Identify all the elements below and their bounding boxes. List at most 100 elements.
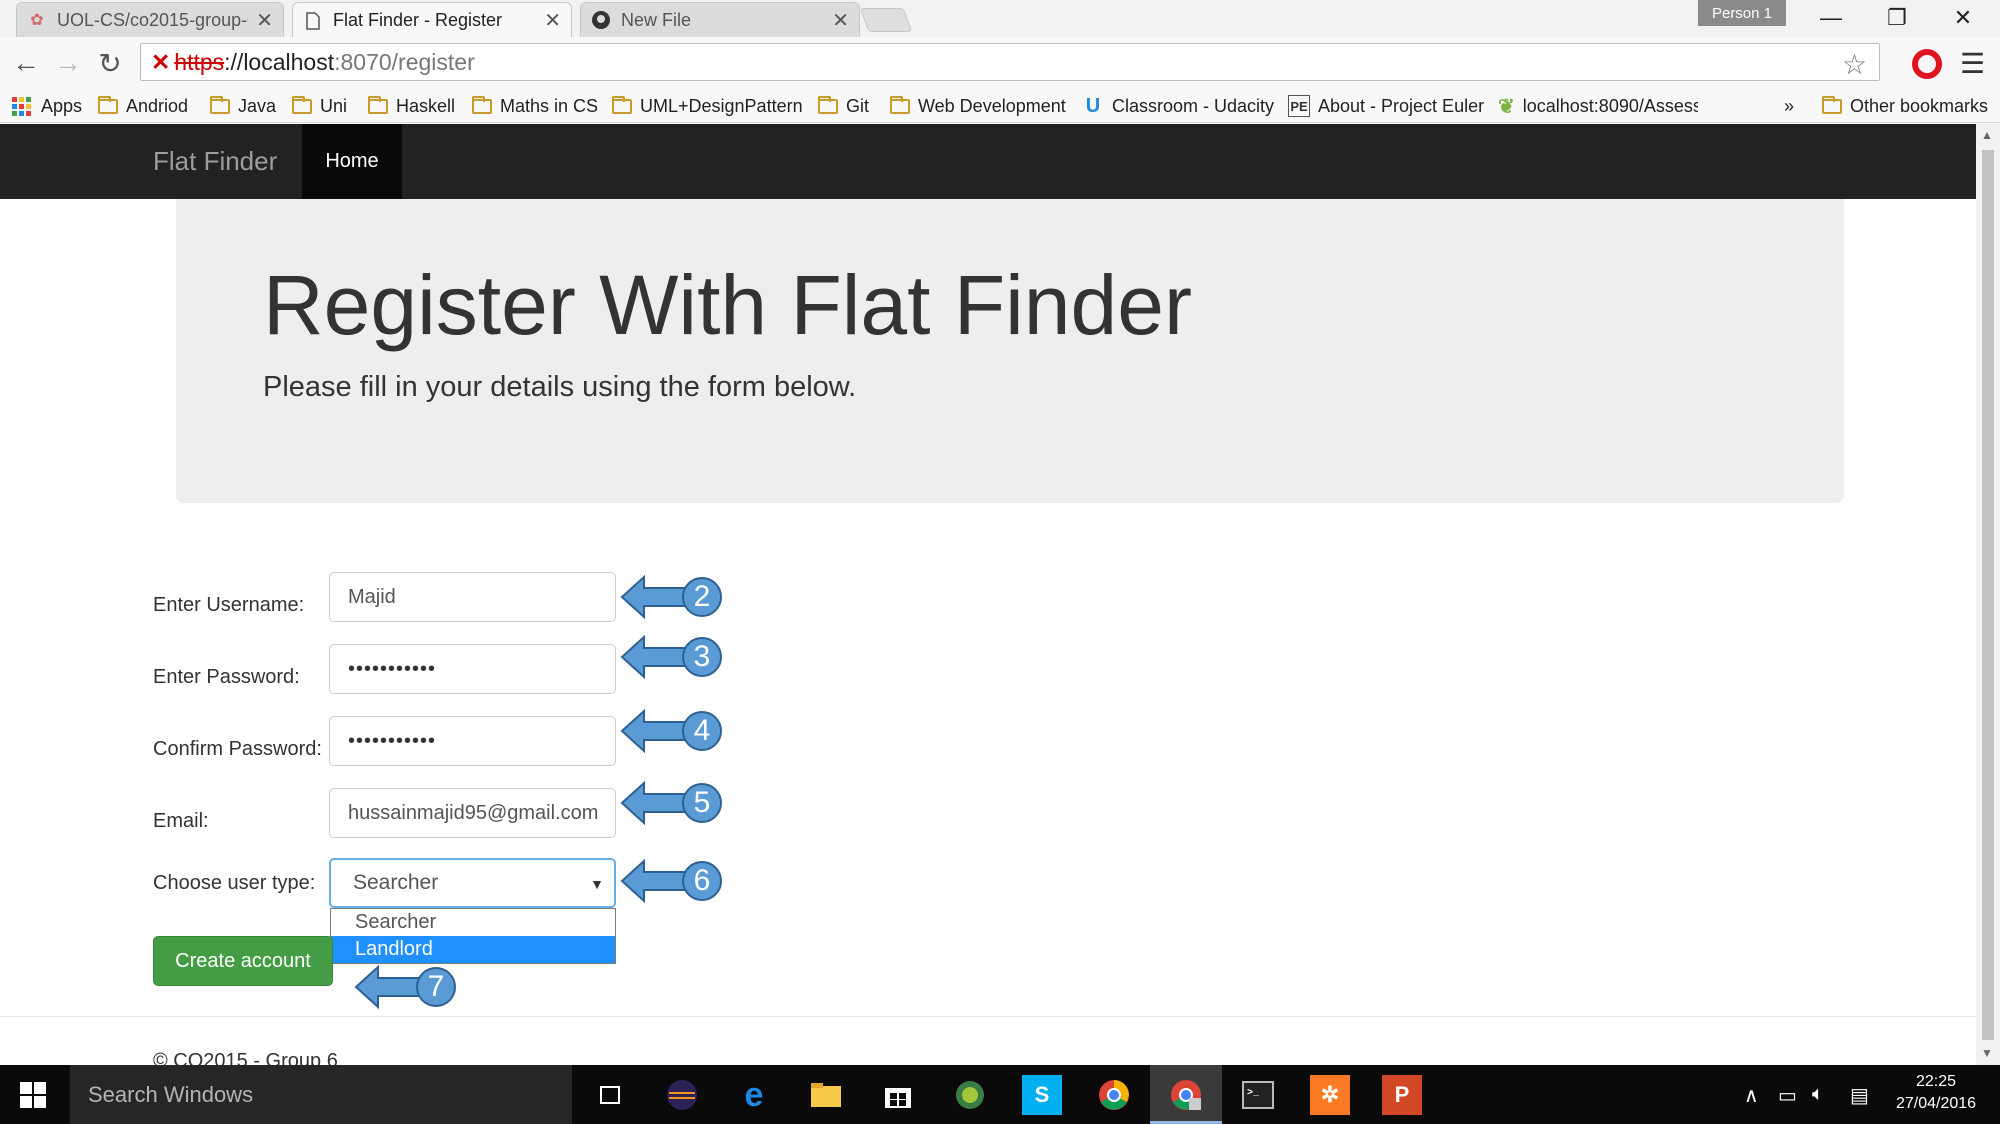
option-landlord[interactable]: Landlord — [331, 936, 615, 963]
user-type-label: Choose user type: — [153, 872, 316, 894]
bookmark-folder-uni[interactable]: Uni — [292, 93, 347, 119]
folder-icon — [210, 95, 230, 114]
folder-icon — [368, 95, 388, 114]
android-studio-icon[interactable] — [950, 1075, 990, 1115]
insecure-lock-icon[interactable]: ✕ — [151, 49, 170, 76]
address-host: ://localhost — [224, 48, 335, 75]
page-viewport: Flat Finder Home Register With Flat Find… — [0, 124, 1976, 1065]
action-center-icon[interactable]: ▤ — [1850, 1083, 1869, 1108]
file-explorer-icon[interactable] — [806, 1075, 846, 1115]
scroll-down-icon[interactable]: ▼ — [1981, 1046, 1993, 1060]
skype-icon[interactable]: S — [1022, 1075, 1062, 1115]
callout-7: 7 — [354, 964, 460, 1010]
bookmark-label: Git — [846, 95, 870, 116]
bookmark-label: Other bookmarks — [1850, 95, 1989, 116]
project-euler-icon: PE — [1288, 95, 1310, 117]
bookmarks-overflow-chevron-icon[interactable]: » — [1784, 93, 1794, 119]
scrollbar-thumb[interactable] — [1982, 150, 1994, 1040]
bookmark-folder-uml[interactable]: UML+DesignPattern — [612, 93, 803, 119]
password-input[interactable]: ••••••••••• — [329, 644, 616, 694]
bookmark-folder-git[interactable]: Git — [818, 93, 869, 119]
xampp-icon[interactable]: ✲ — [1310, 1075, 1350, 1115]
taskbar-clock[interactable]: 22:25 27/04/2016 — [1890, 1071, 1982, 1115]
confirm-password-input[interactable]: ••••••••••• — [329, 716, 616, 766]
network-icon[interactable]: ▭ — [1778, 1083, 1797, 1108]
terminal-icon[interactable]: >_ — [1238, 1075, 1278, 1115]
bookmark-udacity[interactable]: U Classroom - Udacity — [1082, 93, 1274, 119]
tray-chevron-icon[interactable]: ∧ — [1744, 1083, 1759, 1108]
opera-extension-icon[interactable] — [1912, 49, 1942, 79]
address-bar[interactable]: ✕ https ://localhost :8070/register ☆ — [140, 43, 1880, 81]
user-type-select[interactable]: Searcher ▼ — [329, 858, 616, 908]
folder-icon — [818, 95, 838, 114]
bookmark-label: Web Development — [918, 95, 1066, 116]
bookmark-star-icon[interactable]: ☆ — [1842, 48, 1867, 81]
close-window-icon[interactable]: ✕ — [1932, 0, 1994, 36]
restore-icon[interactable]: ❐ — [1866, 0, 1928, 36]
bookmark-folder-java[interactable]: Java — [210, 93, 276, 119]
new-tab-button[interactable] — [859, 8, 913, 32]
tab-github-repo[interactable]: ✿ UOL-CS/co2015-group-06 ✕ — [16, 2, 284, 37]
bookmark-label: About - Project Euler — [1318, 95, 1485, 116]
navbar-brand[interactable]: Flat Finder — [153, 124, 277, 199]
page-icon — [303, 11, 323, 31]
callout-5: 5 — [620, 780, 726, 826]
jumbotron: Register With Flat Finder Please fill in… — [176, 199, 1844, 503]
chrome-profile-icon[interactable] — [1166, 1075, 1206, 1115]
tab-title: UOL-CS/co2015-group-06 — [57, 9, 249, 30]
confirm-password-label: Confirm Password: — [153, 738, 322, 760]
github-icon — [591, 10, 611, 30]
scroll-up-icon[interactable]: ▲ — [1981, 128, 1993, 142]
udacity-icon: U — [1085, 94, 1101, 117]
edge-icon[interactable]: e — [734, 1075, 774, 1115]
powerpoint-icon[interactable]: P — [1382, 1075, 1422, 1115]
close-tab-icon[interactable]: ✕ — [544, 8, 561, 33]
apps-grid-icon — [12, 96, 31, 116]
nav-home-link[interactable]: Home — [302, 124, 402, 199]
bookmark-folder-webdev[interactable]: Web Development — [890, 93, 1066, 119]
username-input[interactable]: Majid — [329, 572, 616, 622]
clock-date: 27/04/2016 — [1895, 1095, 1977, 1112]
site-navbar: Flat Finder Home — [0, 124, 1976, 199]
eclipse-icon[interactable] — [662, 1075, 702, 1115]
chrome-menu-icon[interactable]: ☰ — [1960, 47, 1985, 80]
tab-flat-finder-register[interactable]: Flat Finder - Register ✕ — [292, 2, 572, 38]
option-searcher[interactable]: Searcher — [331, 909, 615, 936]
windows-taskbar: Search Windows e S >_ ✲ P ∧ ▭ 🔈︎ ▤ 22:25… — [0, 1065, 2000, 1124]
bookmark-folder-haskell[interactable]: Haskell — [368, 93, 455, 119]
email-input[interactable]: hussainmajid95@gmail.com — [329, 788, 616, 838]
task-view-icon[interactable] — [590, 1075, 630, 1115]
bookmark-folder-other[interactable]: Other bookmarks — [1822, 93, 1988, 119]
browser-toolbar: ← → ↻ ✕ https ://localhost :8070/registe… — [0, 37, 2000, 89]
tab-new-file[interactable]: New File ✕ — [580, 2, 860, 37]
close-tab-icon[interactable]: ✕ — [256, 8, 273, 33]
create-account-button[interactable]: Create account — [153, 936, 333, 986]
minimize-icon[interactable]: — — [1800, 0, 1862, 36]
callout-2: 2 — [620, 574, 726, 620]
svg-text:>_: >_ — [1247, 1088, 1260, 1099]
bookmark-folder-andriod[interactable]: Andriod — [98, 93, 188, 119]
taskbar-search[interactable]: Search Windows — [70, 1065, 572, 1124]
windows-start-icon[interactable] — [20, 1082, 46, 1108]
chrome-icon[interactable] — [1094, 1075, 1134, 1115]
bookmark-apps[interactable]: Apps — [12, 93, 82, 119]
callout-6: 6 — [620, 858, 726, 904]
reload-icon[interactable]: ↻ — [92, 45, 128, 81]
bookmark-label: Java — [238, 95, 277, 116]
octocat-icon: ✿ — [30, 12, 44, 29]
close-tab-icon[interactable]: ✕ — [832, 8, 849, 33]
folder-icon — [472, 95, 492, 114]
bookmark-folder-maths[interactable]: Maths in CS — [472, 93, 598, 119]
forward-arrow-icon[interactable]: → — [50, 45, 86, 81]
clock-time: 22:25 — [1915, 1073, 1957, 1090]
bookmark-localhost[interactable]: ❦ localhost:8090/Assess — [1498, 93, 1698, 119]
footer-divider — [0, 1016, 1976, 1017]
footer-text: © CO2015 - Group 6 — [153, 1050, 338, 1065]
bookmark-project-euler[interactable]: PE About - Project Euler — [1288, 93, 1484, 119]
profile-badge[interactable]: Person 1 — [1698, 0, 1786, 26]
store-icon[interactable] — [878, 1075, 918, 1115]
back-arrow-icon[interactable]: ← — [8, 45, 44, 81]
volume-icon[interactable]: 🔈︎ — [1812, 1083, 1824, 1106]
username-label: Enter Username: — [153, 594, 305, 616]
page-scrollbar[interactable]: ▲ ▼ — [1976, 124, 2000, 1065]
